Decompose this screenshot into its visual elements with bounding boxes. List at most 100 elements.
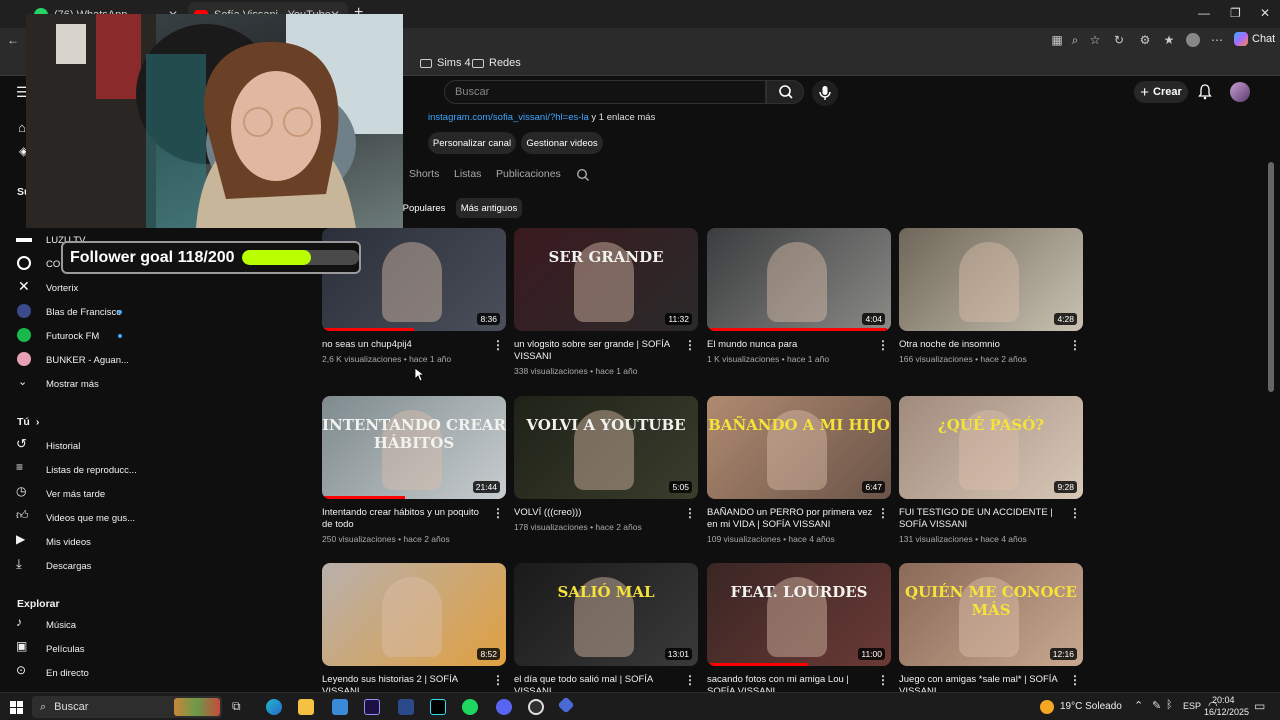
video-title[interactable]: El mundo nunca para <box>707 339 875 351</box>
you-section-heading[interactable]: Tú › <box>17 416 39 428</box>
clock-time[interactable]: 20:04 <box>1212 695 1235 705</box>
favorite-icon[interactable]: ☆ <box>1088 33 1102 47</box>
sidebar-item-live[interactable]: ⊙ En directo <box>0 662 140 684</box>
sidebar-item-vorterix[interactable]: ✕ Vorterix <box>0 277 140 299</box>
discord-icon[interactable] <box>496 699 512 715</box>
sidebar-item-blas[interactable]: Blas de Francisco <box>0 301 140 323</box>
more-options-icon[interactable]: ⋮ <box>684 673 696 687</box>
home-icon[interactable]: ⌂ <box>18 120 26 135</box>
more-options-icon[interactable]: ⋮ <box>684 338 696 352</box>
video-card[interactable]: 4:28 Otra noche de insomnio 166 visualizac… <box>899 228 1083 364</box>
video-title[interactable]: un vlogsito sobre ser grande | SOFÍA VIS… <box>514 339 682 363</box>
sidebar-item-playlists[interactable]: ≡ Listas de reproducc... <box>0 459 140 481</box>
video-card[interactable]: QUIÉN ME CONOCE MÁS 12:16 Juego con amigas… <box>899 563 1083 701</box>
video-thumbnail[interactable]: ¿QUÉ PASÓ? 9:28 <box>899 396 1083 499</box>
profile-icon[interactable] <box>1186 33 1200 47</box>
video-title[interactable]: no seas un chup4pij4 <box>322 339 490 351</box>
extensions-icon[interactable]: ⚙ <box>1138 33 1152 47</box>
video-card[interactable]: ¿QUÉ PASÓ? 9:28 FUI TESTIGO DE UN ACCIDENT… <box>899 396 1083 544</box>
video-card[interactable]: SER GRANDE 11:32 un vlogsito sobre ser gra… <box>514 228 698 376</box>
more-options-icon[interactable]: ⋮ <box>877 506 889 520</box>
video-thumbnail[interactable]: FEAT. LOURDES 11:00 <box>707 563 891 666</box>
back-icon[interactable]: ← <box>6 33 20 47</box>
video-title[interactable]: VOLVÍ (((creo))) <box>514 507 682 519</box>
video-thumbnail[interactable]: 4:04 <box>707 228 891 331</box>
tab-shorts[interactable]: Shorts <box>409 168 439 180</box>
video-title[interactable]: Intentando crear hábitos y un poquito de… <box>322 507 490 531</box>
channel-search-icon[interactable] <box>576 168 590 182</box>
close-window-icon[interactable]: ✕ <box>1260 6 1270 20</box>
search-button[interactable] <box>766 80 804 104</box>
tab-posts[interactable]: Publicaciones <box>496 168 561 180</box>
more-options-icon[interactable]: ⋮ <box>492 338 504 352</box>
weather-text[interactable]: 19°C Soleado <box>1060 701 1122 712</box>
bookmark-redes[interactable]: Redes <box>472 57 521 69</box>
more-options-icon[interactable]: ⋮ <box>877 673 889 687</box>
create-button[interactable]: + Crear <box>1134 81 1188 103</box>
obs-icon[interactable] <box>528 699 544 715</box>
more-options-icon[interactable]: ⋮ <box>1069 338 1081 352</box>
video-title[interactable]: BAÑANDO un PERRO por primera vez en mi V… <box>707 507 875 531</box>
video-thumbnail[interactable]: BAÑANDO A MI HIJO 6:47 <box>707 396 891 499</box>
minimize-icon[interactable]: — <box>1198 6 1210 20</box>
premiere-icon[interactable] <box>364 699 380 715</box>
sidebar-item-history[interactable]: ↺ Historial <box>0 435 140 457</box>
video-card[interactable]: FEAT. LOURDES 11:00 sacando fotos con mi a… <box>707 563 891 701</box>
search-input[interactable]: Buscar <box>444 80 766 104</box>
maximize-icon[interactable]: ❐ <box>1230 6 1241 20</box>
sidebar-item-music[interactable]: ♪ Música <box>0 614 140 636</box>
video-card[interactable]: VOLVI A YOUTUBE 5:05 VOLVÍ (((creo))) 178 v… <box>514 396 698 532</box>
more-options-icon[interactable]: ⋮ <box>1069 673 1081 687</box>
more-options-icon[interactable]: ⋮ <box>877 338 889 352</box>
bookmark-sims4[interactable]: Sims 4 <box>420 57 471 69</box>
notification-icon[interactable]: ▭ <box>1254 699 1265 713</box>
avatar[interactable] <box>1230 82 1250 102</box>
video-thumbnail[interactable]: 8:52 <box>322 563 506 666</box>
spotify-icon[interactable] <box>462 699 478 715</box>
video-thumbnail[interactable]: SALIÓ MAL 13:01 <box>514 563 698 666</box>
edge-icon[interactable] <box>266 699 282 715</box>
sidebar-item-futurock[interactable]: Futurock FM <box>0 325 140 347</box>
tray-chevron-icon[interactable]: ⌃ <box>1134 699 1143 712</box>
favorites-icon[interactable]: ★ <box>1162 33 1176 47</box>
video-card[interactable]: 8:52Leyendo sus historias 2 | SOFÍA VISS… <box>322 563 506 701</box>
links-suffix[interactable]: y 1 enlace más <box>591 112 655 123</box>
zoom-icon[interactable]: ⌕ <box>1068 33 1082 47</box>
sidebar-item-movies[interactable]: ▣ Películas <box>0 638 140 660</box>
video-card[interactable]: INTENTANDO CREAR HÁBITOS 21:44 Intentando … <box>322 396 506 544</box>
store-icon[interactable] <box>332 699 348 715</box>
notifications-bell-icon[interactable] <box>1198 84 1212 100</box>
video-thumbnail[interactable]: INTENTANDO CREAR HÁBITOS 21:44 <box>322 396 506 499</box>
file-explorer-icon[interactable] <box>298 699 314 715</box>
voice-search-button[interactable] <box>812 80 838 106</box>
video-thumbnail[interactable]: SER GRANDE 11:32 <box>514 228 698 331</box>
windows-start-icon[interactable] <box>10 701 23 714</box>
more-options-icon[interactable]: ⋮ <box>684 506 696 520</box>
page-scrollbar[interactable] <box>1268 162 1274 392</box>
sidebar-item-bunker[interactable]: BUNKER - Aguan... <box>0 349 140 371</box>
bluetooth-icon[interactable]: ᛒ <box>1166 699 1173 711</box>
app-icon[interactable] <box>557 696 575 714</box>
more-options-icon[interactable]: ⋮ <box>1069 506 1081 520</box>
video-thumbnail[interactable]: VOLVI A YOUTUBE 5:05 <box>514 396 698 499</box>
instagram-link[interactable]: instagram.com/sofia_vissani/?hl=es-la <box>428 112 589 123</box>
sidebar-item-liked[interactable]: 👍︎ Videos que me gus... <box>0 507 140 529</box>
sidebar-item-downloads[interactable]: ⤓ Descargas <box>0 555 140 577</box>
video-card[interactable]: BAÑANDO A MI HIJO 6:47 BAÑANDO un PERRO po… <box>707 396 891 544</box>
customize-channel-button[interactable]: Personalizar canal <box>428 132 516 154</box>
audio-app-icon[interactable] <box>398 699 414 715</box>
lang-indicator[interactable]: ESP <box>1183 701 1201 711</box>
video-thumbnail[interactable]: 4:28 <box>899 228 1083 331</box>
refresh-icon[interactable]: ↻ <box>1112 33 1126 47</box>
clock-date[interactable]: 16/12/2025 <box>1204 707 1249 717</box>
video-title[interactable]: FUI TESTIGO DE UN ACCIDENTE | SOFÍA VISS… <box>899 507 1067 531</box>
sidebar-item-my-videos[interactable]: ▶ Mis videos <box>0 531 140 553</box>
taskbar-search-input[interactable]: ⌕ Buscar <box>32 696 222 718</box>
video-title[interactable]: Otra noche de insomnio <box>899 339 1067 351</box>
video-card[interactable]: SALIÓ MAL 13:01 el día que todo salió mal … <box>514 563 698 701</box>
show-more-button[interactable]: ⌄ Mostrar más <box>0 373 140 395</box>
video-card[interactable]: 4:04 El mundo nunca para 1 K visualizacion… <box>707 228 891 364</box>
chip-oldest[interactable]: Más antiguos <box>456 198 522 218</box>
copilot-button[interactable]: Chat <box>1234 32 1275 46</box>
task-view-icon[interactable]: ⧉ <box>232 699 248 715</box>
